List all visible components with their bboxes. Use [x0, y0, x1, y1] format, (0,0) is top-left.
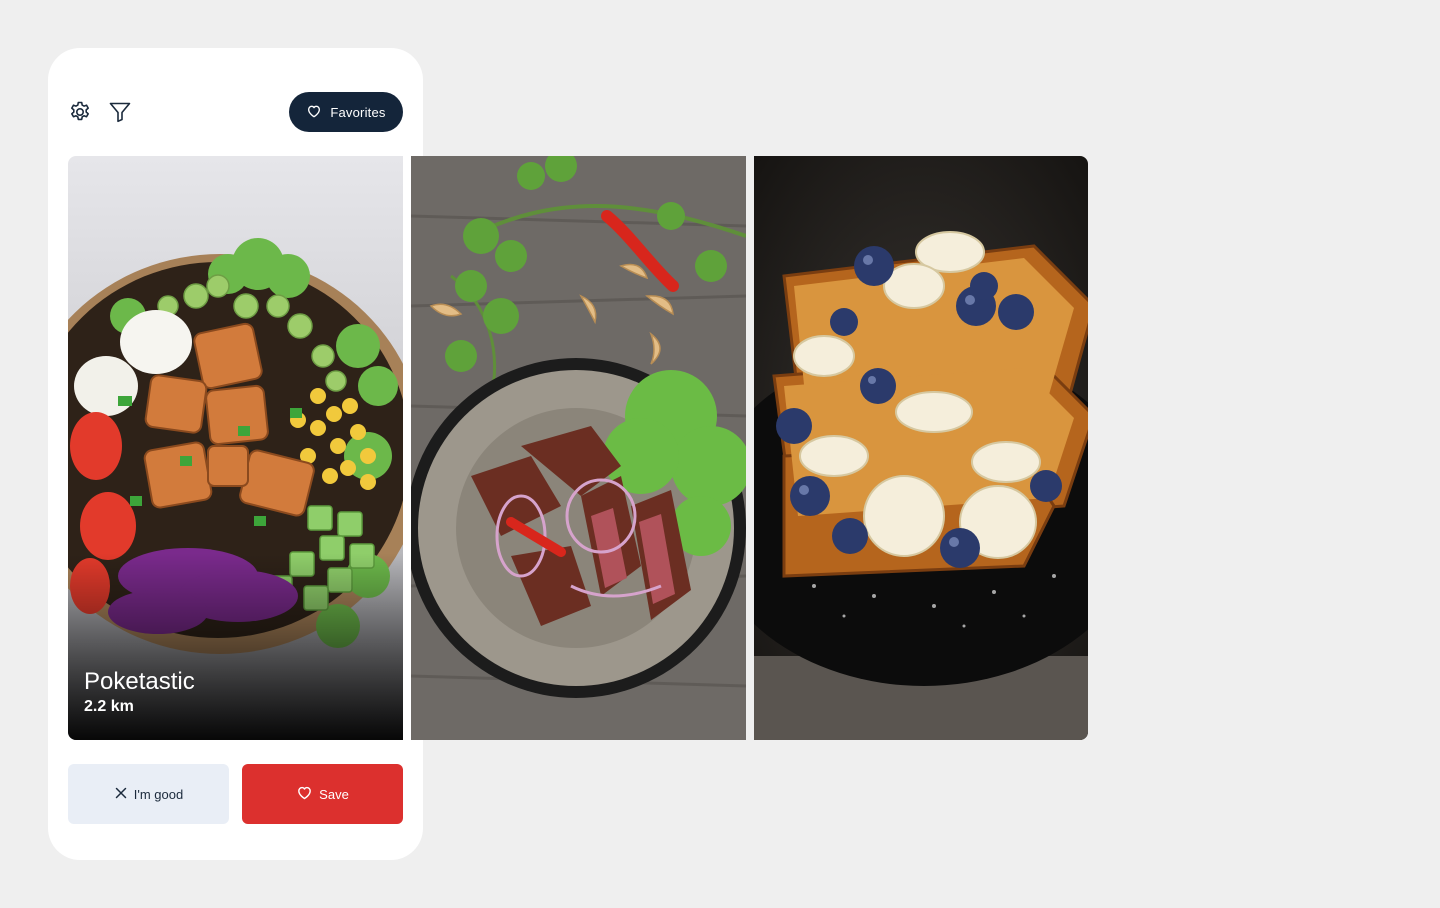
card-caption: Poketastic 2.2 km: [84, 668, 195, 716]
restaurant-name: Poketastic: [84, 668, 195, 695]
pass-button[interactable]: I'm good: [68, 764, 229, 824]
pass-label: I'm good: [133, 786, 184, 802]
restaurant-distance: 2.2 km: [84, 698, 134, 715]
favorites-button[interactable]: Favorites: [289, 92, 403, 132]
gear-icon[interactable]: [68, 100, 92, 124]
french-toast-photo: [754, 156, 1088, 740]
restaurant-card[interactable]: [754, 156, 1088, 740]
heart-icon: [306, 103, 322, 122]
top-toolbar: Favorites: [68, 92, 403, 132]
restaurant-card[interactable]: Poketastic 2.2 km: [68, 156, 403, 740]
filter-icon[interactable]: [108, 100, 132, 124]
favorites-label: Favorites: [330, 104, 386, 120]
swipe-actions: I'm good Save: [68, 764, 403, 824]
save-button[interactable]: Save: [242, 764, 403, 824]
save-label: Save: [319, 786, 349, 802]
restaurant-card[interactable]: [411, 156, 746, 740]
poke-bowl-photo: [68, 156, 403, 740]
heart-icon: [296, 784, 313, 804]
restaurant-card-carousel[interactable]: Poketastic 2.2 km: [68, 156, 1088, 740]
steak-plate-photo: [411, 156, 746, 740]
close-icon: [114, 786, 128, 803]
